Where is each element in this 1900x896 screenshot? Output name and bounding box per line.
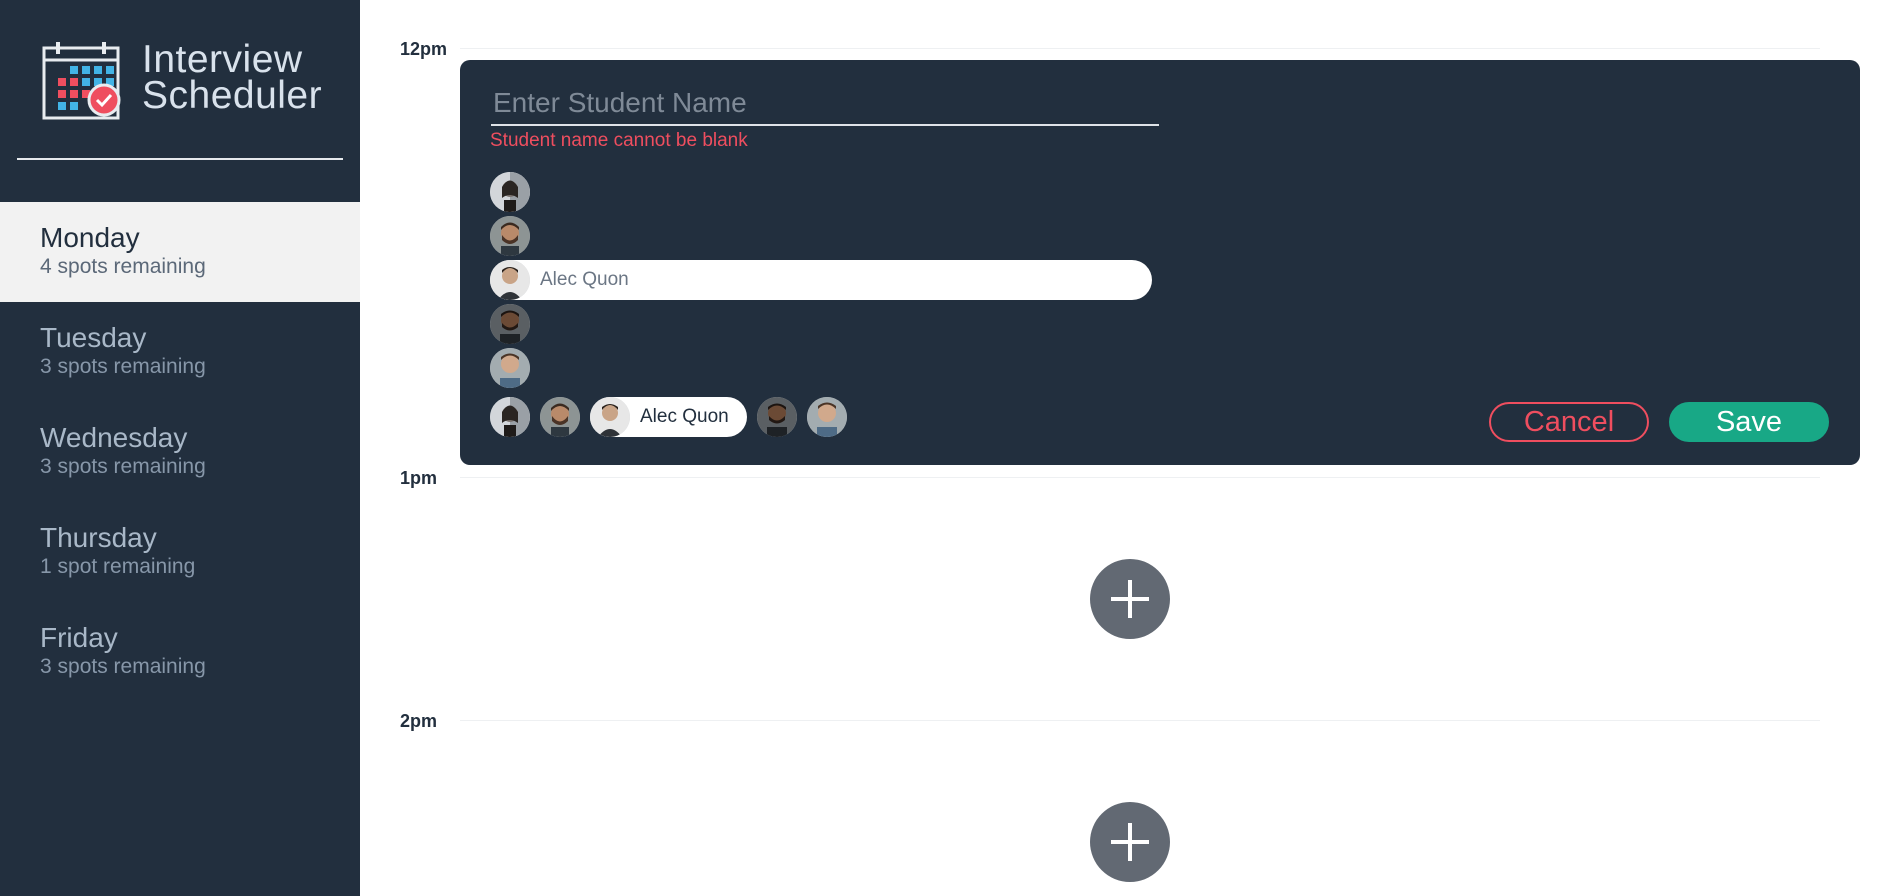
app-title-line2: Scheduler	[142, 74, 323, 117]
avatar-man-beard	[490, 216, 530, 256]
avatar-woman	[490, 397, 530, 437]
interviewer-option[interactable]	[756, 397, 797, 437]
day-item-thursday[interactable]: Thursday 1 spot remaining	[0, 502, 360, 602]
day-name: Wednesday	[40, 422, 188, 453]
interviewer-list-item[interactable]	[490, 348, 1152, 388]
interviewer-list: Alec Quon	[490, 172, 1152, 392]
day-spots: 1 spot remaining	[40, 555, 196, 578]
day-name: Monday	[40, 222, 140, 253]
validation-error: Student name cannot be blank	[490, 130, 748, 151]
logo-divider	[17, 158, 343, 160]
day-item-tuesday[interactable]: Tuesday 3 spots remaining	[0, 302, 360, 402]
avatar-alec	[590, 397, 630, 437]
avatar-man-light	[490, 348, 530, 388]
day-spots: 4 spots remaining	[40, 255, 206, 278]
interviewer-name: Alec Quon	[640, 406, 729, 427]
interviewer-list-item[interactable]	[490, 304, 1152, 344]
calendar-check-icon	[42, 42, 121, 120]
app-logo: Interview Scheduler	[42, 40, 322, 120]
day-item-monday[interactable]: Monday 4 spots remaining	[0, 202, 360, 302]
interviewer-picker: Alec Quon	[490, 397, 857, 437]
sidebar: Interview Scheduler Monday 4 spots remai…	[0, 0, 360, 896]
day-name: Friday	[40, 622, 118, 653]
day-item-wednesday[interactable]: Wednesday 3 spots remaining	[0, 402, 360, 502]
day-name: Tuesday	[40, 322, 147, 353]
avatar-man-light	[806, 397, 847, 437]
avatar-man-dark	[490, 304, 530, 344]
time-divider	[460, 48, 1820, 49]
save-button[interactable]: Save	[1669, 402, 1829, 442]
plus-icon	[1111, 823, 1149, 861]
interviewer-name: Alec Quon	[540, 269, 629, 290]
interviewer-list-item[interactable]	[490, 172, 1152, 212]
student-name-input[interactable]	[491, 82, 1159, 126]
day-spots: 3 spots remaining	[40, 655, 206, 678]
day-spots: 3 spots remaining	[40, 455, 206, 478]
avatar-man-dark	[756, 397, 797, 437]
appointment-form: Student name cannot be blank Alec Quon	[460, 60, 1860, 465]
interviewer-option-selected[interactable]: Alec Quon	[590, 397, 747, 437]
time-label-1pm: 1pm	[400, 468, 438, 488]
schedule: 12pm Student name cannot be blank Alec Q…	[360, 0, 1900, 896]
day-item-friday[interactable]: Friday 3 spots remaining	[0, 602, 360, 702]
avatar-woman	[490, 172, 530, 212]
cancel-button[interactable]: Cancel	[1489, 402, 1649, 442]
time-divider	[460, 477, 1820, 478]
interviewer-option[interactable]	[806, 397, 847, 437]
avatar-alec	[490, 260, 530, 300]
time-label-12pm: 12pm	[400, 39, 448, 59]
day-spots: 3 spots remaining	[40, 355, 206, 378]
interviewer-list-item[interactable]	[490, 216, 1152, 256]
add-appointment-button[interactable]	[1090, 802, 1170, 882]
avatar-man-beard	[540, 397, 580, 437]
interviewer-list-item-selected[interactable]: Alec Quon	[490, 260, 1152, 300]
day-list: Monday 4 spots remaining Tuesday 3 spots…	[0, 202, 360, 702]
interviewer-option[interactable]	[490, 397, 530, 437]
time-divider	[460, 720, 1820, 721]
app-title-line1: Interview	[142, 38, 303, 81]
plus-icon	[1111, 580, 1149, 618]
time-label-2pm: 2pm	[400, 711, 438, 731]
day-name: Thursday	[40, 522, 157, 553]
add-appointment-button[interactable]	[1090, 559, 1170, 639]
interviewer-option[interactable]	[540, 397, 580, 437]
app-title: Interview Scheduler	[142, 38, 323, 117]
